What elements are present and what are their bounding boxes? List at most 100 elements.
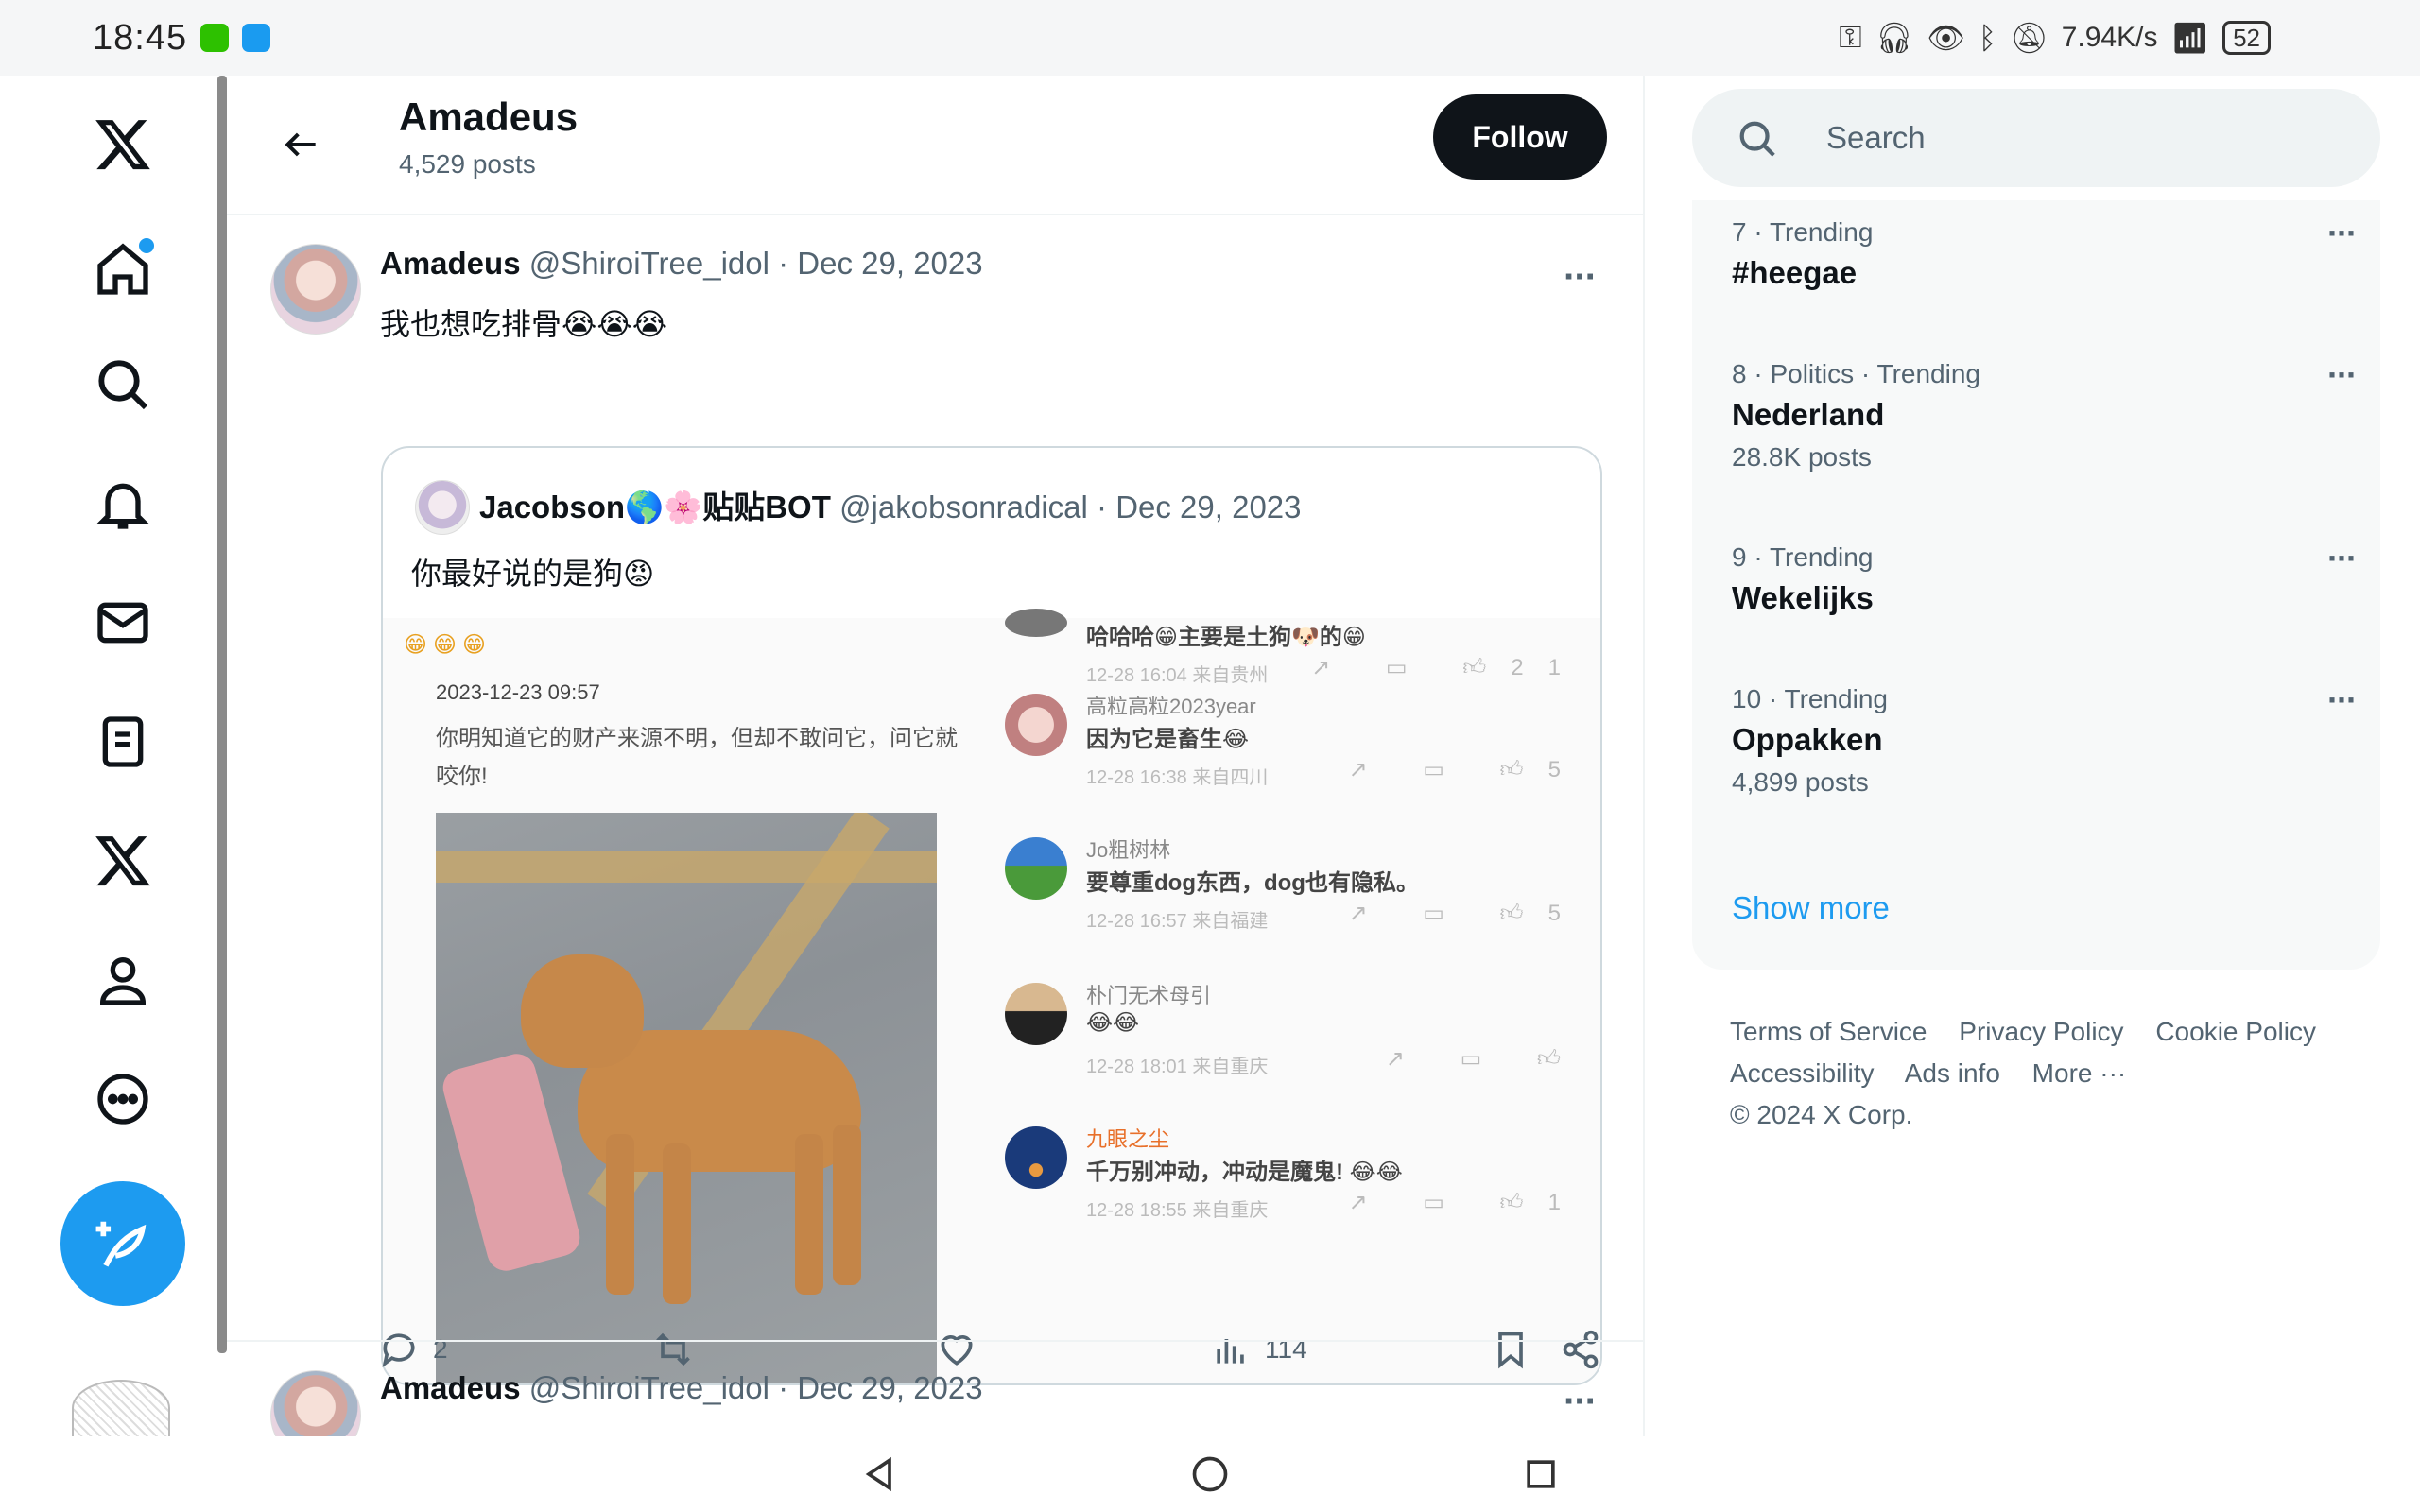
key-icon: ⚿ (1839, 20, 1862, 54)
system-back-button[interactable] (851, 1446, 908, 1503)
trend-item[interactable]: 8 · Politics · Trending Nederland 28.8K … (1732, 355, 2358, 472)
scrollbar[interactable] (217, 76, 227, 1353)
comment-name: 九眼之尘 (1086, 1127, 1170, 1151)
comment-avatar (1005, 609, 1067, 637)
posts-count: 4,529 posts (399, 149, 536, 179)
author-handle[interactable]: @ShiroiTree_idol (529, 246, 769, 281)
account-avatar[interactable] (72, 1380, 170, 1436)
author-name[interactable]: Amadeus (380, 1370, 521, 1405)
quoted-tweet[interactable]: Jacobson🌎🌸贴贴BOT @jakobsonradical · Dec 2… (381, 446, 1602, 1385)
feather-plus-icon (95, 1221, 147, 1267)
comment-avatar (1005, 983, 1067, 1045)
tweet-header: Amadeus @ShiroiTree_idol · Dec 29, 2023 (380, 1370, 983, 1406)
tweet-date[interactable]: · Dec 29, 2023 (778, 1370, 982, 1405)
terms-link[interactable]: Terms of Service (1730, 1017, 1927, 1046)
quoted-avatar[interactable] (415, 480, 470, 535)
image-comment: Jo粗树林 要尊重dog东西，dog也有隐私。 12-28 16:57 来自福建… (988, 824, 1600, 966)
more-footer-link[interactable]: More ··· (2032, 1058, 2127, 1088)
trend-name: Nederland (1732, 397, 1885, 432)
footer-links: Terms of Service Privacy Policy Cookie P… (1730, 1011, 2373, 1136)
bluetooth-icon: ᛒ (1978, 20, 1997, 55)
author-handle[interactable]: @ShiroiTree_idol (529, 1370, 769, 1405)
quoted-date: · Dec 29, 2023 (1097, 490, 1302, 524)
image-date: 2023-12-23 09:57 (436, 680, 600, 704)
trend-more-button[interactable]: ··· (2327, 214, 2358, 253)
comment-name: Jo粗树林 (1086, 838, 1171, 862)
trend-meta: 7 · Trending (1732, 217, 1874, 247)
lists-icon[interactable] (90, 709, 156, 775)
search-icon[interactable] (90, 352, 156, 418)
notification-dot (139, 238, 154, 253)
trend-item[interactable]: 10 · Trending Oppakken 4,899 posts ··· (1732, 680, 2358, 798)
cookie-link[interactable]: Cookie Policy (2155, 1017, 2316, 1046)
messages-icon[interactable] (90, 590, 156, 656)
follow-button[interactable]: Follow (1433, 94, 1607, 180)
show-more-link[interactable]: Show more (1732, 890, 1890, 926)
trend-name: Wekelijks (1732, 580, 1874, 615)
trend-posts: 4,899 posts (1732, 767, 1869, 797)
status-bar: 18:45 ⚿ 🎧︎ 👁︎ ᛒ 🔕︎ 7.94K/s 📶︎ 52 (0, 0, 2420, 76)
search-bar[interactable] (1692, 89, 2380, 187)
quoted-image[interactable]: 😁😁😁 2023-12-23 09:57 你明知道它的财产来源不明，但却不敢问它… (383, 609, 1600, 1383)
tweet[interactable]: Amadeus @ShiroiTree_idol · Dec 29, 2023 … (227, 217, 1643, 1418)
comment-actions: ↗ ▭ 👍︎1 (1348, 1190, 1585, 1215)
comment-name: 朴门无术母引 (1086, 984, 1212, 1007)
quoted-author-name[interactable]: Jacobson🌎🌸贴贴BOT (479, 490, 831, 524)
profile-icon[interactable] (90, 947, 156, 1013)
notifications-icon[interactable] (90, 471, 156, 537)
image-comment: 高粒高粒2023year 因为它是畜生😂 12-28 16:38 来自四川 ↗ … (988, 680, 1600, 822)
comment-actions: ↗ ▭ 👍︎5 (1348, 757, 1585, 782)
privacy-link[interactable]: Privacy Policy (1959, 1017, 2123, 1046)
accessibility-link[interactable]: Accessibility (1730, 1058, 1874, 1088)
copyright: © 2024 X Corp. (1730, 1100, 1913, 1129)
back-button[interactable] (267, 110, 337, 180)
avatar[interactable] (270, 244, 361, 335)
avatar[interactable] (270, 1370, 361, 1436)
battery-indicator: 52 (2222, 21, 2271, 55)
comment-text: 哈哈哈😁主要是土狗🐶的😁 (1086, 625, 1366, 650)
trend-meta: 8 · Politics · Trending (1732, 359, 1980, 388)
trend-name: #heegae (1732, 255, 1858, 290)
comment-name: 高粒高粒2023year (1086, 695, 1256, 718)
tweet-date[interactable]: · Dec 29, 2023 (778, 246, 982, 281)
tweet-more-button[interactable]: ··· (1556, 253, 1603, 301)
comment-actions: ↗ ▭ 👍︎21 (1311, 655, 1585, 680)
mute-icon: 🔕︎ (2010, 21, 2048, 55)
tweet-header: Amadeus @ShiroiTree_idol · Dec 29, 2023 (380, 246, 983, 282)
system-home-button[interactable] (1182, 1446, 1238, 1503)
trend-item[interactable]: 9 · Trending Wekelijks ··· (1732, 539, 2358, 616)
tweet[interactable]: Amadeus @ShiroiTree_idol · Dec 29, 2023 … (227, 1342, 1643, 1436)
author-name[interactable]: Amadeus (380, 246, 521, 281)
square-recents-icon (1527, 1460, 1555, 1488)
search-input[interactable] (1826, 110, 2337, 166)
search-icon (1739, 121, 1775, 157)
comment-avatar (1005, 837, 1067, 900)
trend-posts: 28.8K posts (1732, 442, 1872, 472)
image-body-text: 你明知道它的财产来源不明，但却不敢问它，问它就咬你! (436, 726, 958, 789)
compose-post-button[interactable] (60, 1181, 185, 1306)
tweet-text: 我也想吃排骨😭😭😭 (380, 307, 668, 341)
system-recents-button[interactable] (1512, 1446, 1569, 1503)
trend-more-button[interactable]: ··· (2327, 355, 2358, 395)
comment-actions: ↗ ▭ 👍︎5 (1348, 901, 1585, 926)
image-comment: 九眼之尘 千万别冲动，冲动是魔鬼! 😂😂 12-28 18:55 来自重庆 ↗ … (988, 1113, 1600, 1255)
image-comment: 朴门无术母引 😂😂 12-28 18:01 来自重庆 ↗ ▭ 👍︎ (988, 970, 1600, 1111)
trend-item[interactable]: 7 · Trending #heegae ··· (1732, 214, 2358, 291)
ads-info-link[interactable]: Ads info (1905, 1058, 2000, 1088)
home-icon[interactable] (90, 236, 156, 302)
x-logo-icon[interactable] (90, 112, 156, 178)
circle-home-icon (1192, 1456, 1228, 1492)
trend-more-button[interactable]: ··· (2327, 680, 2358, 720)
more-options-icon[interactable] (90, 1066, 156, 1132)
quoted-text: 你最好说的是狗😡 (411, 557, 655, 591)
left-nav (0, 76, 219, 1436)
premium-x-icon[interactable] (90, 828, 156, 894)
trend-more-button[interactable]: ··· (2327, 539, 2358, 578)
image-emojis: 😁😁😁 (404, 632, 493, 658)
image-comments-panel: 哈哈哈😁主要是土狗🐶的😁 12-28 16:04 来自贵州 ↗ ▭ 👍︎21 高… (988, 609, 1600, 1383)
quoted-author-handle[interactable]: @jakobsonradical (839, 490, 1088, 524)
tweet-more-button[interactable]: ··· (1556, 1378, 1603, 1425)
wifi-icon: 📶︎ (2170, 21, 2210, 55)
quoted-header: Jacobson🌎🌸贴贴BOT @jakobsonradical · Dec 2… (479, 482, 1302, 527)
page-title: Amadeus (399, 94, 579, 139)
